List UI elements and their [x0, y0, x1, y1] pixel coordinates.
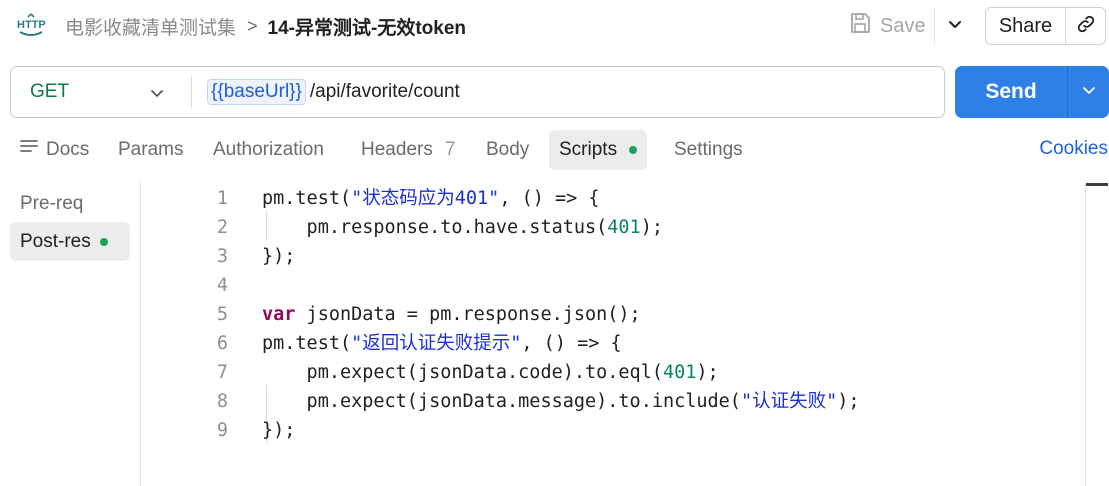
breadcrumb-separator: >	[247, 15, 258, 36]
tab-params[interactable]: Params	[118, 130, 183, 170]
tab-label: Settings	[674, 139, 743, 160]
nav-label: Post-res	[20, 230, 91, 252]
tab-label: Params	[118, 139, 184, 160]
tab-label: Headers	[361, 139, 433, 160]
link-icon	[1075, 13, 1097, 40]
nav-label: Pre-req	[20, 192, 84, 214]
code-line: var jsonData = pm.response.json();	[262, 300, 641, 329]
code-token: pm.expect(jsonData.code).to.eql(	[262, 362, 663, 383]
copy-link-button[interactable]	[1066, 8, 1105, 44]
http-request-icon: HTTP	[16, 11, 46, 39]
tab-label: Docs	[46, 139, 90, 160]
request-tabs: Docs Params Authorization Headers 7 Body…	[0, 130, 1109, 172]
code-token: "状态码应为401"	[351, 188, 500, 209]
tab-docs[interactable]: Docs	[20, 130, 89, 170]
docs-icon	[20, 139, 38, 161]
save-label: Save	[880, 14, 926, 37]
send-button[interactable]: Send	[955, 66, 1068, 118]
code-token: );	[640, 217, 663, 238]
line-number: 7	[216, 362, 228, 383]
url-input[interactable]: {{baseUrl}} /api/favorite/count	[207, 79, 460, 105]
url-divider	[191, 76, 192, 108]
code-token: 401	[662, 362, 697, 383]
tab-body[interactable]: Body	[486, 130, 529, 170]
url-bar: GET {{baseUrl}} /api/favorite/count	[10, 66, 945, 118]
save-icon	[848, 11, 872, 41]
code-token: 401	[607, 217, 641, 238]
url-path[interactable]: /api/favorite/count	[310, 81, 460, 103]
code-line: pm.expect(jsonData.code).to.eql(401);	[262, 358, 719, 387]
editor-scrollbar-track[interactable]	[1085, 182, 1086, 486]
code-line: pm.test("状态码应为401", () => {	[262, 184, 600, 213]
breadcrumb: 电影收藏清单测试集 > 14-异常测试-无效token	[65, 13, 466, 39]
code-token: "返回认证失败提示"	[351, 333, 522, 354]
code-line: });	[262, 416, 295, 445]
editor-scrollbar-thumb[interactable]	[1086, 183, 1108, 186]
code-line: pm.test("返回认证失败提示", () => {	[262, 329, 622, 358]
code-token: pm.expect(jsonData.message).to.include(	[262, 391, 741, 412]
share-group: Share	[985, 7, 1106, 45]
code-token: });	[262, 420, 296, 441]
tab-authorization[interactable]: Authorization	[213, 130, 324, 170]
send-options-button[interactable]	[1068, 66, 1109, 118]
save-button[interactable]: Save	[846, 8, 928, 44]
headers-count-badge: 7	[444, 139, 456, 160]
line-number: 8	[216, 391, 228, 412]
method-value: GET	[30, 81, 70, 102]
line-number: 5	[216, 304, 228, 325]
tab-label: Authorization	[213, 139, 324, 160]
breadcrumb-collection[interactable]: 电影收藏清单测试集	[65, 13, 236, 40]
code-token: pm.test(	[262, 188, 352, 209]
line-number: 1	[216, 188, 228, 209]
code-token: var	[262, 304, 296, 325]
code-line: });	[262, 242, 295, 271]
request-header: HTTP 电影收藏清单测试集 > 14-异常测试-无效token Save Sh…	[0, 0, 1109, 52]
code-token: );	[696, 362, 719, 383]
script-type-nav: Pre-req Post-res	[0, 182, 141, 486]
code-token: pm.test(	[262, 333, 352, 354]
nav-post-response[interactable]: Post-res	[10, 222, 130, 261]
code-editor[interactable]: 123456789 pm.test("状态码应为401", () => { pm…	[142, 182, 1086, 486]
send-group: Send	[955, 66, 1109, 118]
code-token: });	[262, 246, 296, 267]
chevron-down-icon	[947, 16, 963, 37]
code-token: , () => {	[499, 188, 600, 209]
request-title[interactable]: 14-异常测试-无效token	[268, 13, 466, 40]
share-button[interactable]: Share	[986, 8, 1066, 44]
post-response-status-dot	[99, 237, 108, 246]
line-number: 6	[216, 333, 228, 354]
scripts-status-dot	[629, 146, 638, 154]
line-number: 2	[216, 217, 228, 238]
code-line: pm.response.to.have.status(401);	[262, 213, 663, 242]
tab-label: Body	[486, 139, 530, 160]
tab-settings[interactable]: Settings	[674, 130, 743, 170]
tab-scripts[interactable]: Scripts	[549, 130, 648, 170]
tab-headers[interactable]: Headers 7	[361, 130, 455, 170]
tab-label: Scripts	[559, 139, 618, 160]
line-number: 9	[216, 420, 228, 441]
url-variable-chip[interactable]: {{baseUrl}}	[207, 79, 306, 105]
code-line: pm.expect(jsonData.message).to.include("…	[262, 387, 860, 416]
code-token: , () => {	[521, 333, 622, 354]
cookies-link[interactable]: Cookies	[1039, 138, 1108, 160]
nav-pre-request[interactable]: Pre-req	[10, 184, 130, 223]
method-select[interactable]: GET	[11, 67, 191, 117]
code-token: pm.response.to.have.status(	[262, 217, 608, 238]
line-number: 4	[216, 275, 228, 296]
chevron-down-icon	[1081, 82, 1097, 103]
code-token: );	[837, 391, 860, 412]
code-token: "认证失败"	[740, 391, 838, 412]
svg-text:HTTP: HTTP	[17, 19, 46, 31]
code-token: jsonData = pm.response.json();	[295, 304, 641, 325]
line-number: 3	[216, 246, 228, 267]
chevron-down-icon	[149, 85, 165, 106]
save-options-button[interactable]	[934, 8, 974, 44]
